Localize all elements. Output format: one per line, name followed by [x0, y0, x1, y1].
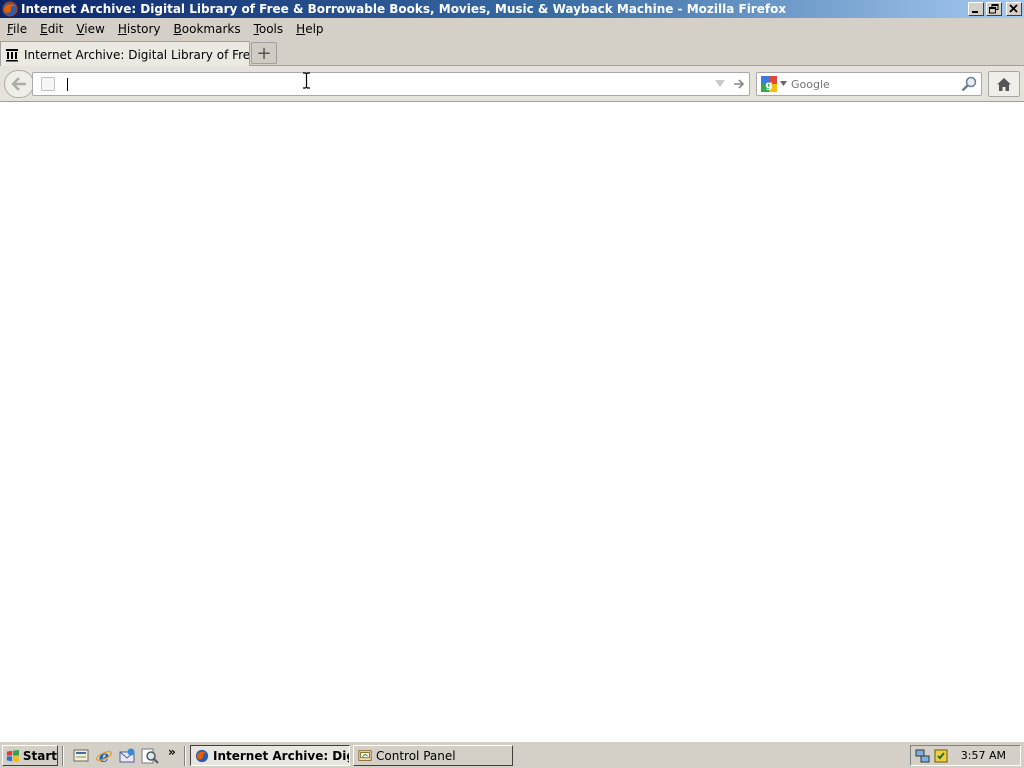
title-bar[interactable]: Internet Archive: Digital Library of Fre… [0, 0, 1024, 18]
search-files-icon[interactable] [141, 747, 159, 765]
windows-logo-icon [6, 749, 19, 762]
firefox-icon [195, 749, 209, 762]
menu-help[interactable]: Help [291, 18, 328, 40]
taskbar: Start e » Internet Archive: Digit... Con… [0, 741, 1024, 768]
control-panel-icon [358, 749, 372, 761]
start-label: Start [22, 748, 57, 763]
navigation-toolbar: g [0, 66, 1024, 102]
url-bar[interactable] [32, 72, 750, 96]
restore-icon [989, 4, 999, 14]
taskbar-separator [62, 746, 64, 766]
search-input[interactable] [791, 75, 951, 93]
internet-explorer-icon[interactable]: e [95, 747, 113, 765]
task-button-control-panel[interactable]: Control Panel [353, 745, 513, 766]
outlook-express-icon[interactable] [118, 747, 136, 765]
tab-internet-archive[interactable]: Internet Archive: Digital Library of Fre… [0, 41, 250, 67]
search-engine-selector[interactable]: g [761, 76, 788, 92]
network-icon[interactable] [915, 748, 931, 764]
quick-launch-more-button[interactable]: » [168, 745, 176, 759]
close-button[interactable] [1006, 2, 1022, 16]
svg-text:e: e [99, 747, 109, 765]
menu-file[interactable]: File [2, 18, 32, 40]
site-identity-icon[interactable] [41, 77, 55, 91]
task-label: Control Panel [376, 748, 456, 763]
search-icon[interactable] [961, 76, 977, 92]
menu-edit[interactable]: Edit [35, 18, 68, 40]
menu-bar: File Edit View History Bookmarks Tools H… [0, 18, 1024, 40]
back-arrow-icon [11, 77, 26, 91]
minimize-icon [972, 11, 978, 13]
back-button[interactable] [4, 70, 34, 98]
system-tray: 3:57 AM [910, 745, 1021, 766]
go-arrow-icon[interactable] [733, 78, 745, 90]
page-content[interactable] [0, 102, 1024, 741]
home-button[interactable] [988, 71, 1020, 97]
taskbar-separator [184, 746, 186, 766]
menu-view[interactable]: View [71, 18, 109, 40]
clock[interactable]: 3:57 AM [961, 749, 1006, 762]
tab-label: Internet Archive: Digital Library of Fre… [24, 47, 249, 62]
task-button-firefox[interactable]: Internet Archive: Digit... [190, 745, 350, 766]
firefox-icon [2, 1, 18, 17]
task-label: Internet Archive: Digit... [213, 748, 349, 763]
internet-archive-icon [6, 48, 18, 61]
home-icon [997, 77, 1011, 91]
text-caret [67, 78, 68, 91]
restore-button[interactable] [986, 2, 1002, 16]
menu-bookmarks[interactable]: Bookmarks [169, 18, 246, 40]
chevron-down-icon [780, 81, 787, 86]
start-button[interactable]: Start [2, 745, 58, 766]
google-icon: g [761, 76, 777, 92]
security-shield-icon[interactable] [933, 748, 949, 764]
url-input[interactable] [65, 75, 705, 93]
svg-text:g: g [765, 80, 772, 91]
tab-strip: Internet Archive: Digital Library of Fre… [0, 40, 1024, 67]
ibeam-cursor-icon [303, 72, 310, 89]
new-tab-button[interactable]: + [251, 42, 277, 64]
menu-history[interactable]: History [113, 18, 166, 40]
close-icon [1009, 4, 1018, 13]
show-desktop-icon[interactable] [72, 747, 90, 765]
search-bar[interactable]: g [756, 72, 982, 96]
window-title: Internet Archive: Digital Library of Fre… [21, 2, 787, 16]
menu-tools[interactable]: Tools [249, 18, 289, 40]
history-dropdown-icon[interactable] [715, 80, 725, 88]
minimize-button[interactable] [968, 2, 984, 16]
